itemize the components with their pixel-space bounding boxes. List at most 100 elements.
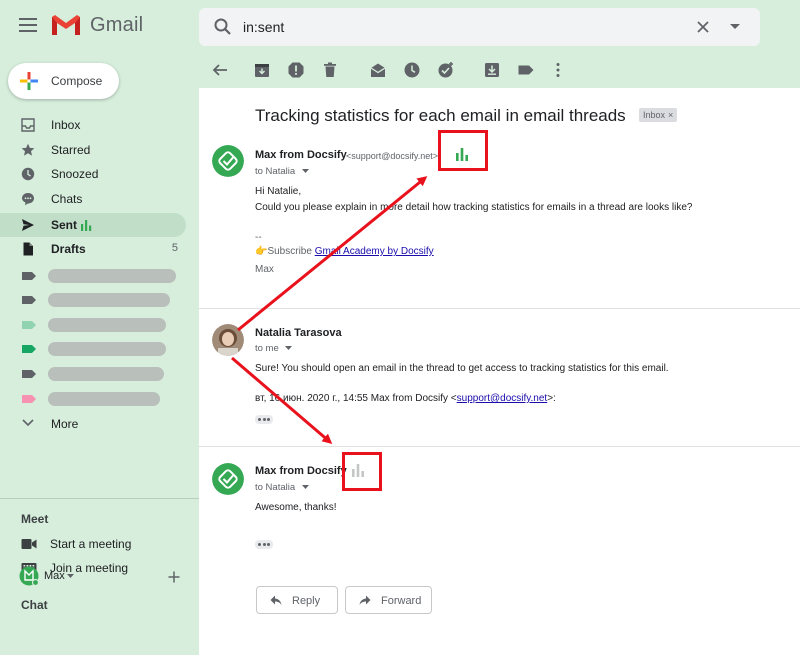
sidebar-label-1[interactable] — [0, 265, 199, 287]
label-tag-icon — [22, 296, 36, 304]
gmail-wordmark: Gmail — [90, 13, 144, 36]
quoted-header-prefix: вт, 16 июн. 2020 г., 14:55 Max from Docs… — [255, 393, 457, 404]
sidebar-divider — [0, 498, 199, 499]
sidebar: Compose Inbox Starred Snoozed Chats Sent — [0, 52, 199, 655]
signature-prefix: 👉Subscribe — [255, 246, 315, 257]
quoted-header: вт, 16 июн. 2020 г., 14:55 Max from Docs… — [255, 391, 556, 407]
mark-unread-icon[interactable] — [369, 61, 387, 79]
sidebar-item-label: Chats — [51, 192, 83, 206]
reply-label: Reply — [292, 595, 321, 607]
file-icon — [23, 242, 33, 256]
chat-user-avatar[interactable] — [19, 566, 39, 586]
docsify-avatar — [212, 145, 244, 177]
meet-section-title: Meet — [21, 512, 49, 526]
sidebar-label-5[interactable] — [0, 363, 199, 385]
message-body: Sure! You should open an email in the th… — [255, 363, 669, 374]
sender-name[interactable]: Max from Docsify — [255, 465, 347, 477]
signature-separator: -- — [255, 232, 262, 243]
search-input[interactable] — [243, 16, 643, 38]
forward-label: Forward — [381, 595, 422, 607]
recipient-label: to Natalia — [255, 166, 296, 177]
gmail-logo[interactable]: Gmail — [50, 12, 143, 38]
sidebar-item-starred[interactable]: Starred — [0, 138, 186, 162]
chevron-down-icon — [301, 168, 309, 173]
reply-button[interactable]: Reply — [256, 586, 338, 614]
compose-label: Compose — [51, 74, 103, 88]
start-meeting-button[interactable]: Start a meeting — [0, 533, 199, 555]
sender-name[interactable]: Natalia Tarasova — [255, 327, 342, 339]
search-bar — [199, 8, 760, 46]
snooze-icon[interactable] — [403, 61, 421, 79]
forward-button[interactable]: Forward — [345, 586, 432, 614]
chevron-down-icon — [22, 419, 34, 427]
natalia-avatar — [212, 324, 244, 356]
recipient-line[interactable]: to me — [255, 343, 293, 354]
reply-arrow-icon — [270, 595, 282, 605]
delete-icon[interactable] — [321, 61, 339, 79]
chat-icon — [22, 193, 34, 206]
top-bar: Gmail — [0, 0, 800, 52]
signature-name: Max — [255, 264, 274, 275]
remove-label-icon[interactable]: × — [668, 110, 673, 120]
label-name-redacted — [48, 392, 160, 406]
sidebar-label-3[interactable] — [0, 314, 199, 336]
sidebar-label-4[interactable] — [0, 338, 199, 360]
sidebar-item-label: Starred — [51, 143, 91, 157]
more-options-icon[interactable] — [549, 61, 567, 79]
label-tag-icon — [22, 321, 36, 329]
forward-arrow-icon — [359, 595, 371, 605]
sidebar-item-sent[interactable]: Sent — [0, 213, 186, 237]
search-options-icon[interactable] — [729, 23, 741, 31]
clear-search-icon[interactable] — [693, 17, 713, 37]
star-icon — [21, 143, 35, 156]
signature-link[interactable]: Gmail Academy by Docsify — [315, 246, 434, 257]
recipient-label: to me — [255, 343, 279, 354]
start-meeting-label: Start a meeting — [50, 537, 132, 551]
show-trimmed-content-button[interactable] — [255, 540, 273, 549]
label-tag-icon — [22, 272, 36, 280]
move-to-icon[interactable] — [483, 61, 501, 79]
sidebar-item-more[interactable]: More — [0, 412, 186, 436]
inbox-label-badge[interactable]: Inbox × — [639, 108, 678, 122]
chat-user-name[interactable]: Max — [44, 570, 65, 582]
message-divider — [199, 308, 800, 309]
back-arrow-icon[interactable] — [211, 61, 229, 79]
chevron-down-icon — [301, 484, 309, 489]
highlight-box-stats-1 — [438, 130, 488, 171]
drafts-count: 5 — [171, 242, 178, 254]
sender-name[interactable]: Max from Docsify — [255, 149, 347, 161]
sidebar-item-chats[interactable]: Chats — [0, 187, 186, 211]
clock-icon — [21, 167, 35, 181]
sidebar-label-6[interactable] — [0, 388, 199, 410]
sidebar-item-snoozed[interactable]: Snoozed — [0, 162, 186, 186]
label-name-redacted — [48, 293, 170, 307]
label-tag-icon — [22, 370, 36, 378]
sidebar-label-2[interactable] — [0, 289, 199, 311]
label-tag-icon — [22, 345, 36, 353]
sidebar-item-inbox[interactable]: Inbox — [0, 113, 186, 137]
compose-button[interactable]: Compose — [8, 63, 119, 99]
badge-label: Inbox — [643, 110, 666, 120]
add-chat-icon[interactable] — [168, 571, 180, 583]
recipient-line[interactable]: to Natalia — [255, 482, 309, 493]
report-spam-icon[interactable] — [287, 61, 305, 79]
quoted-email-link[interactable]: support@docsify.net — [457, 393, 548, 404]
sender-email: <support@docsify.net> — [346, 151, 439, 161]
message-divider — [199, 446, 800, 447]
search-icon[interactable] — [213, 17, 233, 37]
label-name-redacted — [48, 342, 166, 356]
tracking-stats-icon — [81, 220, 92, 231]
show-trimmed-content-button[interactable] — [255, 415, 273, 424]
archive-icon[interactable] — [253, 61, 271, 79]
main-menu-icon[interactable] — [19, 18, 37, 32]
recipient-line[interactable]: to Natalia — [255, 166, 309, 177]
add-task-icon[interactable] — [437, 61, 455, 79]
send-icon — [22, 219, 34, 231]
recipient-label: to Natalia — [255, 482, 296, 493]
sidebar-item-label: Inbox — [51, 118, 81, 132]
chevron-down-icon[interactable] — [67, 574, 74, 579]
thread-view: Tracking statistics for each email in em… — [199, 88, 800, 655]
label-icon[interactable] — [517, 61, 535, 79]
sidebar-item-drafts[interactable]: Drafts 5 — [0, 237, 186, 261]
message-greeting: Hi Natalie, — [255, 186, 302, 197]
